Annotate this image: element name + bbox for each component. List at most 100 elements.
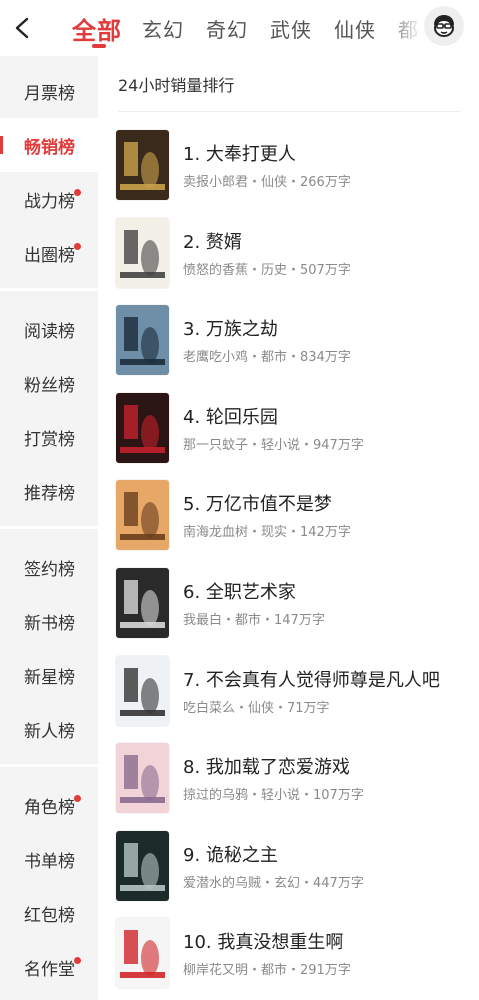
book-cover-art <box>116 743 169 814</box>
sidebar-item-13[interactable]: 角色榜 <box>0 778 98 832</box>
book-cover-art <box>116 305 169 376</box>
sidebar-item-label: 出圈榜 <box>24 245 75 266</box>
book-meta: 南海龙血树・现实・142万字 <box>183 525 351 541</box>
tab-all[interactable]: 全部 <box>72 11 122 46</box>
book-meta: 老鹰吃小鸡・都市・834万字 <box>183 350 351 366</box>
sidebar-item-label: 书单榜 <box>24 851 75 872</box>
book-cover[interactable] <box>116 830 169 901</box>
book-meta: 愤怒的香蕉・历史・507万字 <box>183 262 351 278</box>
sidebar-item-9[interactable]: 签约榜 <box>0 540 98 594</box>
book-cover[interactable] <box>116 392 169 463</box>
book-title[interactable]: 6. 全职艺术家 <box>183 578 463 604</box>
chevron-left-icon <box>15 17 29 39</box>
sidebar-item-label: 战力榜 <box>24 191 75 212</box>
ranking-sidebar: 月票榜畅销榜战力榜出圈榜阅读榜粉丝榜打赏榜推荐榜签约榜新书榜新星榜新人榜角色榜书… <box>0 56 98 1000</box>
book-cover-art <box>116 830 169 901</box>
new-dot-badge <box>74 795 81 802</box>
active-tab-indicator <box>92 44 106 48</box>
back-button[interactable] <box>6 10 38 46</box>
tab-qihuan[interactable]: 奇幻 <box>206 14 248 43</box>
tab-xuanhuan[interactable]: 玄幻 <box>142 14 184 43</box>
sidebar-item-5[interactable]: 阅读榜 <box>0 302 98 356</box>
book-row[interactable]: 4. 轮回乐园那一只蚊子・轻小说・947万字 <box>98 392 479 481</box>
tab-fade <box>380 0 424 56</box>
sidebar-item-label: 角色榜 <box>24 797 75 818</box>
book-title[interactable]: 2. 赘婿 <box>183 228 463 254</box>
sidebar-item-label: 新星榜 <box>24 667 75 688</box>
book-row[interactable]: 2. 赘婿愤怒的香蕉・历史・507万字 <box>98 217 479 306</box>
book-row[interactable]: 7. 不会真有人觉得师尊是凡人吧 吃白菜么・仙侠・71万字 <box>98 655 479 744</box>
sidebar-item-1[interactable]: 月票榜 <box>0 64 98 118</box>
book-cover[interactable] <box>116 655 169 726</box>
sidebar-item-label: 红包榜 <box>24 905 75 926</box>
book-row[interactable]: 9. 诡秘之主爱潜水的乌贼・玄幻・447万字 <box>98 830 479 919</box>
divider <box>118 111 460 112</box>
sidebar-item-8[interactable]: 推荐榜 <box>0 464 98 518</box>
sidebar-item-label: 打赏榜 <box>24 429 75 450</box>
sidebar-item-label: 名作堂 <box>24 959 75 980</box>
book-cover-art <box>116 918 169 989</box>
sidebar-item-3[interactable]: 战力榜 <box>0 172 98 226</box>
book-title[interactable]: 1. 大奉打更人 <box>183 140 463 166</box>
book-cover-art <box>116 392 169 463</box>
book-row[interactable]: 3. 万族之劫老鹰吃小鸡・都市・834万字 <box>98 305 479 393</box>
book-title[interactable]: 10. 我真没想重生啊 <box>183 928 463 954</box>
book-meta: 掠过的乌鸦・轻小说・107万字 <box>183 788 364 804</box>
book-title[interactable]: 5. 万亿市值不是梦 <box>183 490 463 516</box>
sidebar-item-11[interactable]: 新星榜 <box>0 648 98 702</box>
book-cover-art <box>116 568 169 638</box>
sidebar-item-label: 粉丝榜 <box>24 375 75 396</box>
book-cover[interactable] <box>116 568 169 638</box>
book-row[interactable]: 8. 我加载了恋爱游戏掠过的乌鸦・轻小说・107万字 <box>98 743 479 831</box>
book-cover[interactable] <box>116 918 169 989</box>
sidebar-item-label: 推荐榜 <box>24 483 75 504</box>
sidebar-divider <box>0 526 98 529</box>
tab-xianxia[interactable]: 仙侠 <box>334 14 376 43</box>
book-meta: 柳岸花又明・都市・291万字 <box>183 963 351 979</box>
book-title[interactable]: 7. 不会真有人觉得师尊是凡人吧 <box>183 666 463 692</box>
avatar-face-icon <box>434 15 454 37</box>
book-meta: 那一只蚊子・轻小说・947万字 <box>183 437 364 453</box>
sidebar-item-label: 新人榜 <box>24 721 75 742</box>
sidebar-item-10[interactable]: 新书榜 <box>0 594 98 648</box>
book-cover[interactable] <box>116 743 169 814</box>
new-dot-badge <box>74 957 81 964</box>
tab-wuxia[interactable]: 武侠 <box>270 14 312 43</box>
book-row[interactable]: 6. 全职艺术家 我最白・都市・147万字 <box>98 568 479 656</box>
book-row[interactable]: 10. 我真没想重生啊柳岸花又明・都市・291万字 <box>98 918 479 1000</box>
category-tabs: 全部 玄幻 奇幻 武侠 仙侠 都 <box>72 0 422 56</box>
sidebar-item-2[interactable]: 畅销榜 <box>0 118 98 172</box>
book-cover-art <box>116 217 169 288</box>
sidebar-item-label: 签约榜 <box>24 559 75 580</box>
sidebar-item-label: 阅读榜 <box>24 321 75 342</box>
sidebar-divider <box>0 764 98 767</box>
avatar[interactable] <box>424 6 464 46</box>
book-title[interactable]: 4. 轮回乐园 <box>183 403 463 429</box>
sidebar-item-4[interactable]: 出圈榜 <box>0 226 98 280</box>
sidebar-item-6[interactable]: 粉丝榜 <box>0 356 98 410</box>
book-cover-art <box>116 655 169 726</box>
sidebar-item-16[interactable]: 名作堂 <box>0 940 98 994</box>
book-title[interactable]: 3. 万族之劫 <box>183 315 463 341</box>
book-meta: 爱潜水的乌贼・玄幻・447万字 <box>183 875 364 891</box>
sidebar-divider <box>0 288 98 291</box>
book-title[interactable]: 9. 诡秘之主 <box>183 841 463 867</box>
book-meta: 卖报小郎君・仙侠・266万字 <box>183 175 351 190</box>
book-cover[interactable] <box>116 305 169 376</box>
ranking-list: 24小时销量排行 1. 大奉打更人 卖报小郎君・仙侠・266万字 2. 赘婿 愤怒的香… <box>98 56 479 1000</box>
sidebar-item-12[interactable]: 新人榜 <box>0 702 98 756</box>
book-cover[interactable] <box>116 480 169 551</box>
book-cover[interactable] <box>116 130 169 200</box>
book-cover-art <box>116 480 169 551</box>
book-row[interactable]: 5. 万亿市值不是梦南海龙血树・现实・142万字 <box>98 480 479 568</box>
book-row[interactable]: 1. 大奉打更人卖报小郎君・仙侠・266万字 <box>98 130 479 218</box>
sidebar-item-label: 新书榜 <box>24 613 75 634</box>
sidebar-item-15[interactable]: 红包榜 <box>0 886 98 940</box>
sidebar-item-7[interactable]: 打赏榜 <box>0 410 98 464</box>
list-title: 24小时销量排行 <box>118 76 235 95</box>
sidebar-item-label: 月票榜 <box>24 83 75 104</box>
book-title[interactable]: 8. 我加载了恋爱游戏 <box>183 753 463 779</box>
book-cover-art <box>116 130 169 200</box>
sidebar-item-14[interactable]: 书单榜 <box>0 832 98 886</box>
book-cover[interactable] <box>116 217 169 288</box>
